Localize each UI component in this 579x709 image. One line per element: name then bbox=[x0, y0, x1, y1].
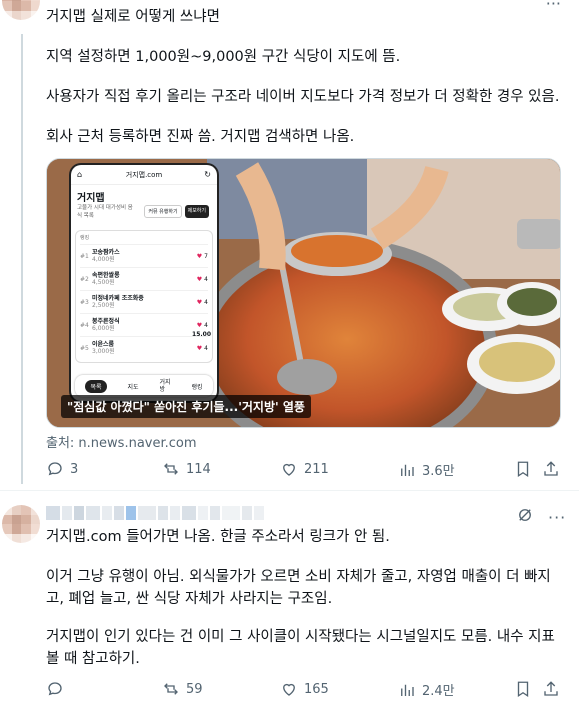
phone-btn-primary: 제보하기 bbox=[184, 205, 209, 218]
phone-list-score: 4 bbox=[204, 275, 208, 283]
phone-list-item: #1 꼬송짬카스 4,000원 ♥ 7 bbox=[80, 244, 208, 267]
share-button[interactable] bbox=[542, 680, 560, 698]
author-name-blurred[interactable] bbox=[46, 506, 264, 520]
retweet-button[interactable]: 59 bbox=[162, 680, 203, 698]
phone-list-rank: #3 bbox=[80, 298, 89, 306]
phone-list-rank: #1 bbox=[80, 252, 89, 260]
phone-list-score: 4 bbox=[204, 344, 208, 352]
views-button[interactable]: 2.4만 bbox=[398, 680, 455, 699]
share-button[interactable] bbox=[542, 460, 560, 478]
retweet-button[interactable]: 114 bbox=[162, 460, 211, 478]
phone-list-price: 6,000원 bbox=[92, 325, 115, 332]
retweet-icon bbox=[164, 463, 178, 475]
phone-list-name: 봉주른정식 bbox=[92, 318, 120, 325]
media-source[interactable]: 출처: n.news.naver.com bbox=[46, 432, 197, 451]
phone-app-subtitle: 고물가 시대 대가성비 음식 목록 bbox=[77, 205, 133, 219]
share-icon bbox=[544, 681, 558, 696]
phone-list-item: #3 미정네카페 조조화중 2,500원 ♥ 4 bbox=[80, 290, 208, 313]
phone-list-score: 7 bbox=[204, 252, 208, 260]
tweet1-actions: 3 114 211 3.6만 bbox=[46, 460, 561, 482]
phone-list-price: 3,000원 bbox=[92, 348, 115, 355]
more-icon[interactable]: ··· bbox=[548, 508, 566, 527]
phone-list-score: 4 bbox=[204, 298, 208, 306]
phone-list-price: 2,500원 bbox=[92, 302, 115, 309]
heart-icon bbox=[283, 683, 295, 696]
phone-map-label: 15.00 bbox=[192, 331, 211, 338]
phone-list-rank: #4 bbox=[80, 321, 89, 329]
media-caption: "점심값 아꼈다" 쏟아진 후기들...'거지방' 열풍 bbox=[61, 395, 311, 418]
phone-btn-secondary: 커뮤 유행하기 bbox=[144, 205, 182, 218]
tweet-media-image[interactable]: ⌂ 거지맵.com ↻ 거지맵 고물가 시대 대가성비 음식 목록 커뮤 유행하… bbox=[46, 158, 561, 428]
like-count: 211 bbox=[304, 461, 329, 477]
phone-list-name: 꼬송짬카스 bbox=[92, 249, 120, 256]
thread-connector-line bbox=[21, 34, 23, 484]
phone-reload-icon: ↻ bbox=[204, 170, 211, 179]
retweet-count: 59 bbox=[186, 681, 203, 697]
phone-list-name: 속편한쌀롱 bbox=[92, 272, 120, 279]
bookmark-button[interactable] bbox=[514, 460, 532, 478]
tweet-divider bbox=[0, 490, 579, 491]
app-screenshot-phone: ⌂ 거지맵.com ↻ 거지맵 고물가 시대 대가성비 음식 목록 커뮤 유행하… bbox=[71, 165, 217, 401]
avatar[interactable] bbox=[2, 505, 40, 543]
phone-tab-map: 지도 bbox=[127, 383, 139, 391]
more-icon[interactable]: ··· bbox=[546, 0, 561, 13]
views-icon bbox=[401, 464, 414, 476]
phone-list-score: 4 bbox=[204, 321, 208, 329]
like-button[interactable]: 211 bbox=[280, 460, 329, 478]
phone-list-heart-icon: ♥ bbox=[196, 275, 203, 283]
retweet-icon bbox=[164, 683, 178, 695]
phone-list-heart-icon: ♥ bbox=[196, 298, 203, 306]
phone-list-price: 4,000원 bbox=[92, 256, 115, 263]
reply-line-2: 이거 그냥 유행이 아님. 외식물가가 오르면 소비 자체가 줄고, 자영업 매… bbox=[46, 569, 551, 607]
like-count: 165 bbox=[304, 681, 329, 697]
phone-list-item: #2 속편한쌀롱 4,500원 ♥ 4 bbox=[80, 267, 208, 290]
like-button[interactable]: 165 bbox=[280, 680, 329, 698]
heart-icon bbox=[283, 463, 295, 476]
phone-app-title: 거지맵 bbox=[77, 193, 105, 204]
phone-list-name: 이윤스룸 bbox=[92, 341, 115, 348]
phone-url: 거지맵.com bbox=[125, 170, 163, 179]
views-icon bbox=[401, 684, 414, 696]
phone-home-icon: ⌂ bbox=[77, 170, 83, 179]
reply-button[interactable] bbox=[46, 680, 70, 698]
reply-line-3: 거지맵이 인기 있다는 건 이미 그 사이클이 시작됐다는 시그널일지도 모름.… bbox=[46, 629, 555, 667]
reply-count: 3 bbox=[70, 461, 79, 477]
share-icon bbox=[544, 461, 558, 476]
reply-button[interactable]: 3 bbox=[46, 460, 78, 478]
retweet-count: 114 bbox=[186, 461, 211, 477]
tweet2-actions: 59 165 2.4만 bbox=[46, 680, 561, 702]
bookmark-icon bbox=[517, 461, 529, 478]
tweet-line-3: 사용자가 직접 후기 올리는 구조라 네이버 지도보다 가격 정보가 더 정확한… bbox=[46, 89, 560, 105]
views-count: 3.6만 bbox=[422, 464, 455, 479]
avatar[interactable] bbox=[2, 0, 40, 20]
reply-icon bbox=[48, 682, 62, 696]
phone-list-rank: #2 bbox=[80, 275, 89, 283]
tweet-line-2: 지역 설정하면 1,000원~9,000원 구간 식당이 지도에 뜸. bbox=[46, 49, 401, 65]
views-button[interactable]: 3.6만 bbox=[398, 460, 455, 479]
phone-list-name: 미정네카페 조조화중 bbox=[92, 295, 144, 302]
phone-list-header: 랭킹 bbox=[80, 235, 90, 241]
grok-icon[interactable] bbox=[516, 506, 534, 524]
reply-icon bbox=[48, 462, 62, 476]
reply-line-1: 거지맵.com 들어가면 나옴. 한글 주소라서 링크가 안 됨. bbox=[46, 529, 390, 545]
phone-list-price: 4,500원 bbox=[92, 279, 115, 286]
bookmark-button[interactable] bbox=[514, 680, 532, 698]
bookmark-icon bbox=[517, 681, 529, 698]
phone-list-heart-icon: ♥ bbox=[196, 252, 203, 260]
tweet-line-4: 회사 근처 등록하면 진짜 씀. 거지맵 검색하면 나옴. bbox=[46, 129, 355, 145]
phone-tab-combined: 거지 방 bbox=[159, 379, 171, 393]
phone-list-heart-icon: ♥ bbox=[196, 321, 203, 329]
phone-list-rank: #5 bbox=[80, 344, 89, 352]
phone-list-heart-icon: ♥ bbox=[196, 344, 203, 352]
tweet-line-1: 거지맵 실제로 어떻게 쓰냐면 bbox=[46, 9, 220, 25]
views-count: 2.4만 bbox=[422, 684, 455, 699]
phone-list-item: #5 이윤스룸 3,000원 ♥ 4 bbox=[80, 336, 208, 359]
phone-tab-ranking: 랭킹 bbox=[191, 383, 203, 391]
phone-tab-list: 목록 bbox=[85, 379, 107, 393]
phone-list-item: #4 봉주른정식 6,000원 ♥ 4 bbox=[80, 313, 208, 336]
